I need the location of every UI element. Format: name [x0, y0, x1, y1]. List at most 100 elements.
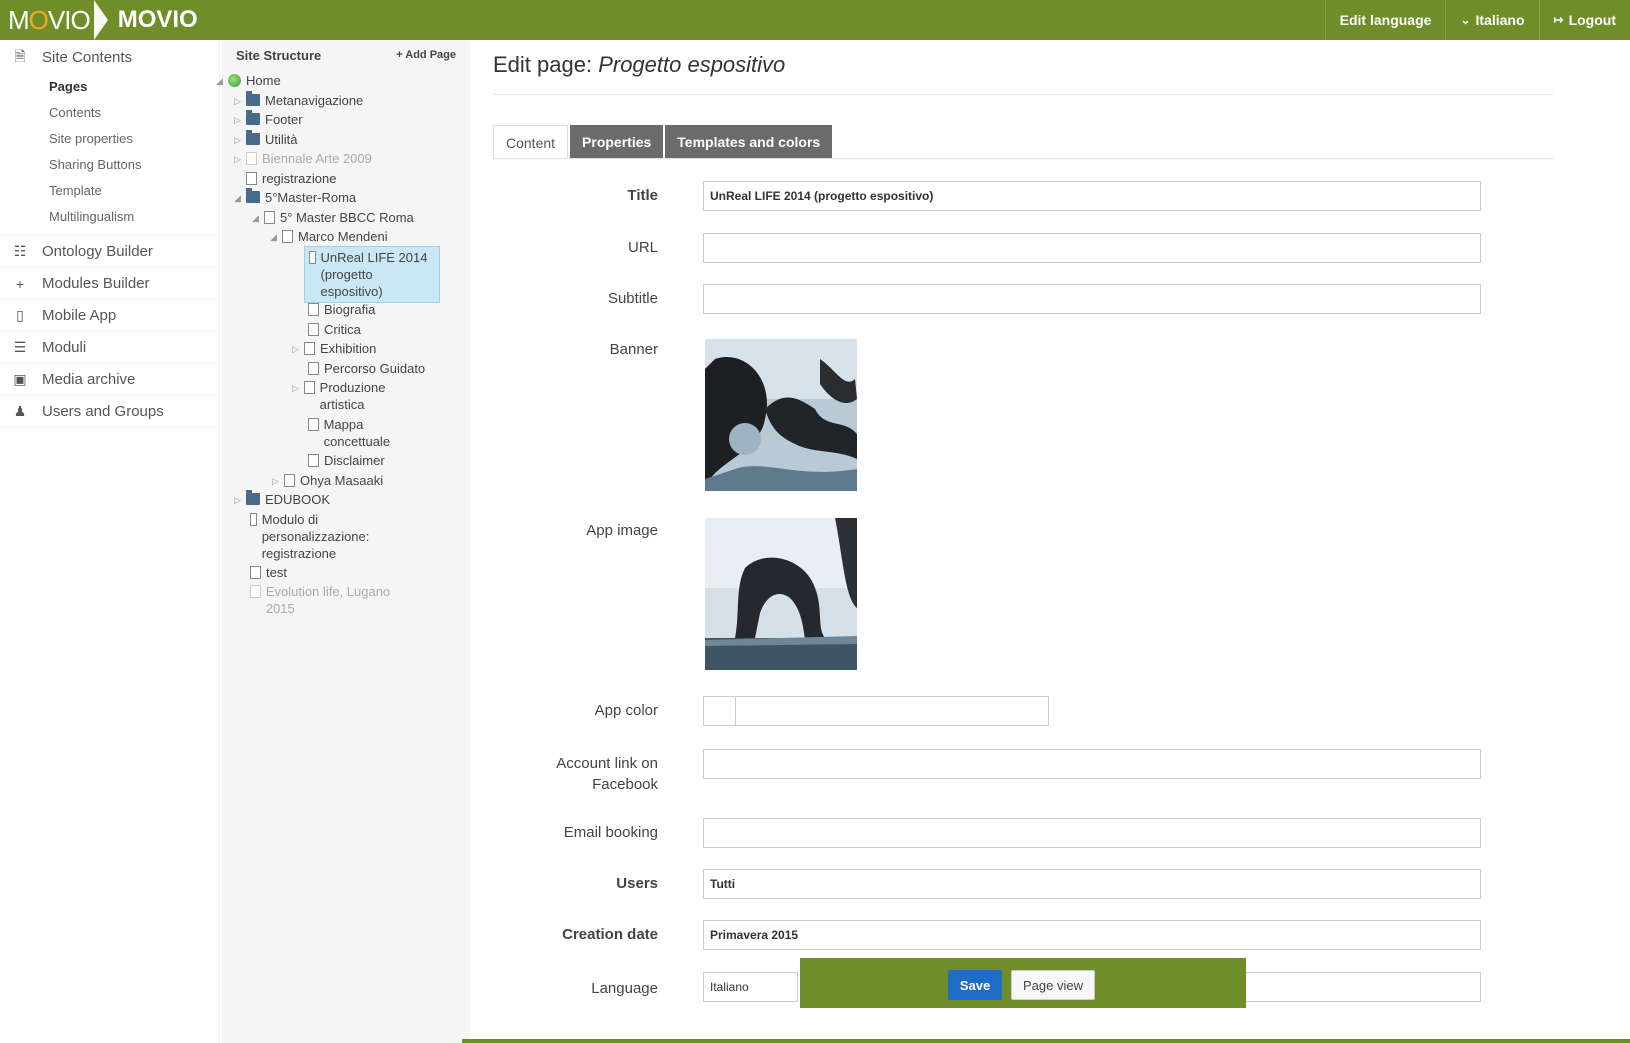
sidebar-item-label: Site Contents	[42, 49, 133, 66]
logout-icon: ↦	[1553, 13, 1564, 27]
sidebar-item-moduli[interactable]: ☰ Moduli	[0, 332, 219, 364]
page-icon	[250, 566, 261, 579]
tree-node[interactable]: ▷ Biennale Arte 2009	[234, 150, 372, 168]
page-icon	[308, 303, 319, 316]
tree-node[interactable]: Biografia	[308, 301, 375, 318]
tree-node[interactable]: ◢ 5° Master BBCC Roma	[252, 209, 414, 227]
sidebar-subitem-pages[interactable]: Pages	[0, 73, 219, 99]
tree-node[interactable]: ◢ Home	[216, 72, 281, 90]
tree-node[interactable]: Percorso Guidato	[308, 360, 425, 377]
field-label: Creation date	[562, 926, 658, 943]
sidebar-item-label: Ontology Builder	[42, 243, 153, 260]
tab-content[interactable]: Content	[493, 125, 569, 159]
sidebar-item-mobile-app[interactable]: ▯ Mobile App	[0, 300, 219, 332]
sidebar-subitem-template[interactable]: Template	[0, 177, 219, 203]
site-structure-title: Site Structure	[236, 47, 322, 63]
tree-node[interactable]: ▷ Footer	[234, 110, 303, 129]
sidebar-item-media-archive[interactable]: ▣ Media archive	[0, 364, 219, 396]
site-contents-group: 🗎 Site Contents Pages Contents Site prop…	[0, 40, 219, 236]
page-icon	[246, 172, 257, 185]
url-field[interactable]	[703, 233, 1481, 263]
tree-node[interactable]: ▷ Produzione artistica	[292, 379, 432, 413]
tree-node[interactable]: Modulo di personalizzazione: registrazio…	[250, 511, 390, 562]
tree-node[interactable]: test	[250, 564, 287, 581]
sidebar-item-modules-builder[interactable]: + Modules Builder	[0, 268, 219, 300]
field-label: App color	[594, 702, 658, 719]
document-icon: 🗎	[14, 47, 26, 64]
field-label: Subtitle	[607, 290, 658, 307]
tab-templates-and-colors[interactable]: Templates and colors	[665, 125, 833, 159]
logo[interactable]: MOVIO MOVIO	[8, 0, 198, 40]
page-icon	[282, 230, 293, 243]
logo-mark: MOVIO	[8, 4, 91, 35]
sidebar-subitem-site-properties[interactable]: Site properties	[0, 125, 219, 151]
language-selector[interactable]: ⌄ Italiano	[1445, 0, 1538, 40]
add-page-button[interactable]: + Add Page	[396, 49, 456, 61]
divider	[493, 158, 1553, 159]
tree-node[interactable]: ◢ 5°Master-Roma	[234, 188, 356, 207]
color-swatch[interactable]	[703, 696, 736, 726]
tree-node[interactable]: ▷ EDUBOOK	[234, 490, 331, 509]
tree-node[interactable]: Evolution life, Lugano 2015	[250, 583, 420, 617]
top-nav: Edit language ⌄ Italiano ↦ Logout	[1324, 0, 1630, 40]
sidebar-item-users-and-groups[interactable]: ♟ Users and Groups	[0, 396, 219, 428]
sidebar-subitem-sharing-buttons[interactable]: Sharing Buttons	[0, 151, 219, 177]
tab-properties[interactable]: Properties	[570, 125, 664, 159]
sidebar-item-ontology-builder[interactable]: ☷ Ontology Builder	[0, 236, 219, 268]
field-label: Language	[591, 980, 658, 997]
tree-node[interactable]: ▷ Ohya Masaaki	[272, 472, 383, 490]
folder-icon	[246, 130, 260, 145]
page-icon	[284, 474, 295, 487]
banner-image[interactable]	[705, 339, 857, 491]
sidebar-subitem-multilingualism[interactable]: Multilingualism	[0, 203, 219, 229]
tree-node[interactable]: Critica	[308, 321, 361, 338]
page-view-button[interactable]: Page view	[1011, 970, 1095, 1000]
mobile-icon: ▯	[16, 307, 24, 323]
app-image[interactable]	[705, 518, 857, 670]
tree-node-selected[interactable]: UnReal LIFE 2014 (progetto espositivo)	[304, 246, 440, 303]
tree-node-label: UnReal LIFE 2014 (progetto espositivo)	[320, 250, 428, 299]
tree-node[interactable]: registrazione	[246, 170, 336, 187]
page-icon	[246, 152, 257, 165]
field-label: Banner	[609, 341, 658, 358]
tree-node-label: Percorso Guidato	[324, 361, 426, 376]
tree-node-label: Produzione artistica	[319, 380, 386, 412]
language-field[interactable]: Italiano	[703, 972, 798, 1002]
tree-node[interactable]: ◢ Marco Mendeni	[270, 228, 388, 246]
edit-language-button[interactable]: Edit language	[1324, 0, 1446, 40]
users-field[interactable]: Tutti	[703, 869, 1481, 899]
field-label: Email booking	[563, 824, 658, 841]
facebook-link-field[interactable]	[703, 749, 1481, 779]
sidebar-subitem-contents[interactable]: Contents	[0, 99, 219, 125]
email-booking-field[interactable]	[703, 818, 1481, 848]
globe-icon	[228, 74, 241, 87]
tree-node[interactable]: Disclaimer	[308, 452, 385, 469]
tree-node-label: Biennale Arte 2009	[262, 151, 372, 166]
creation-date-field[interactable]: Primavera 2015	[703, 920, 1481, 950]
field-label: Account link on Facebook	[498, 753, 658, 795]
save-button[interactable]: Save	[948, 970, 1002, 1000]
tree-node-label: test	[266, 565, 287, 580]
subtitle-field[interactable]	[703, 284, 1481, 314]
tab-bar: Content Properties Templates and colors	[493, 125, 834, 159]
tree-node[interactable]: ▷ Metanavigazione	[234, 91, 363, 110]
sidebar-item-site-contents[interactable]: 🗎 Site Contents	[0, 42, 219, 73]
tree-node[interactable]: Mappa concettuale	[308, 416, 428, 450]
page-icon	[250, 513, 257, 526]
page-title: Edit page: Progetto espositivo	[493, 52, 785, 78]
title-field[interactable]: UnReal LIFE 2014 (progetto espositivo)	[703, 181, 1481, 211]
tree-node-label: Exhibition	[320, 341, 377, 356]
app-color-field[interactable]	[735, 696, 1049, 726]
language-field-end	[1246, 972, 1481, 1002]
page-icon	[308, 362, 319, 375]
logout-button[interactable]: ↦ Logout	[1538, 0, 1630, 40]
tree-node[interactable]: ▷ Utilità	[234, 130, 298, 149]
tree-node-label: EDUBOOK	[265, 492, 331, 507]
field-label: URL	[627, 239, 658, 256]
tree-node-label: Footer	[265, 112, 303, 127]
tree-node[interactable]: ▷ Exhibition	[292, 340, 376, 358]
user-icon: ♟	[13, 403, 27, 419]
tree-node-label: registrazione	[262, 171, 337, 186]
site-structure-panel: Site Structure + Add Page ◢ Home ▷ Metanav…	[216, 40, 470, 1043]
logo-text: MOVIO	[117, 6, 198, 33]
